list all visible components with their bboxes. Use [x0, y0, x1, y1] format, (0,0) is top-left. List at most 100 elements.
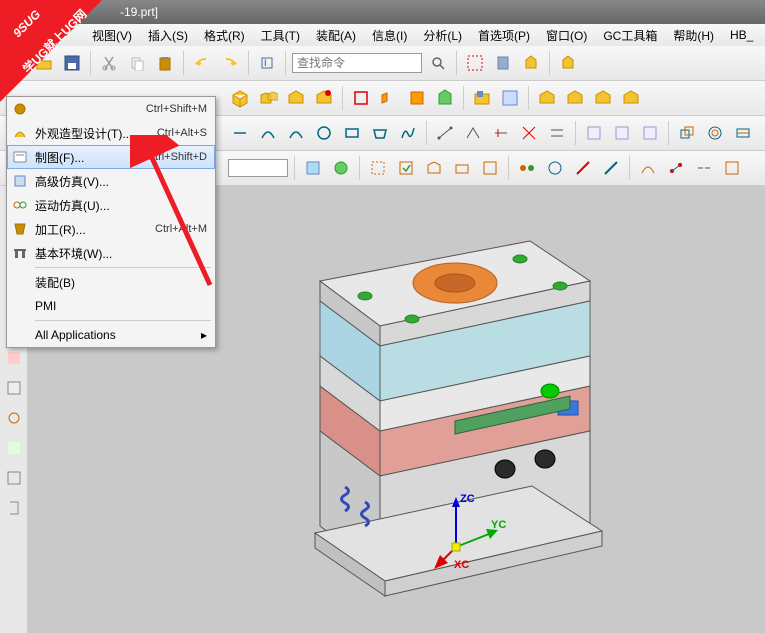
- tb4-7[interactable]: [478, 156, 502, 180]
- rb-6[interactable]: [2, 346, 26, 370]
- tb2-4[interactable]: [312, 86, 336, 110]
- tb3-5[interactable]: [340, 121, 364, 145]
- tb4-3[interactable]: [366, 156, 390, 180]
- undo-button[interactable]: [190, 51, 214, 75]
- open-button[interactable]: [32, 51, 56, 75]
- menu-item-advanced-sim[interactable]: 高级仿真(V)...: [7, 169, 215, 193]
- tb3-11[interactable]: [517, 121, 541, 145]
- rb-8[interactable]: [2, 406, 26, 430]
- tb4-8[interactable]: [515, 156, 539, 180]
- menu-preferences[interactable]: 首选项(P): [474, 25, 534, 46]
- input-field-4[interactable]: [228, 159, 288, 177]
- tb2-6[interactable]: [377, 86, 401, 110]
- tb4-4[interactable]: [394, 156, 418, 180]
- tb2-1[interactable]: [228, 86, 252, 110]
- tb2-2[interactable]: [256, 86, 280, 110]
- tb2-10[interactable]: [498, 86, 522, 110]
- menu-gc-toolbox[interactable]: GC工具箱: [599, 25, 661, 46]
- shape-icon: [11, 124, 29, 142]
- tb4-11[interactable]: [599, 156, 623, 180]
- tb3-16[interactable]: [675, 121, 699, 145]
- tb3-3[interactable]: [284, 121, 308, 145]
- tb4-1[interactable]: [301, 156, 325, 180]
- tb4-13[interactable]: [664, 156, 688, 180]
- menu-separator: [35, 267, 211, 268]
- tb4-2[interactable]: [329, 156, 353, 180]
- menu-item-pmi[interactable]: PMI: [7, 294, 215, 318]
- tb2-7[interactable]: [405, 86, 429, 110]
- menu-hb[interactable]: HB_: [726, 26, 757, 44]
- tool-a2[interactable]: [491, 51, 515, 75]
- tb4-10[interactable]: [571, 156, 595, 180]
- menu-window[interactable]: 窗口(O): [542, 25, 591, 46]
- menu-insert[interactable]: 插入(S): [144, 25, 192, 46]
- tool-a1[interactable]: [463, 51, 487, 75]
- menu-item-all-applications[interactable]: All Applications ▸: [7, 323, 215, 347]
- paste-button[interactable]: [153, 51, 177, 75]
- tb2-11[interactable]: [535, 86, 559, 110]
- menu-analysis[interactable]: 分析(L): [419, 25, 466, 46]
- tb3-1[interactable]: [228, 121, 252, 145]
- tb4-14[interactable]: [692, 156, 716, 180]
- info-button[interactable]: i: [255, 51, 279, 75]
- rb-9[interactable]: [2, 436, 26, 460]
- save-button[interactable]: [60, 51, 84, 75]
- tb2-8[interactable]: [433, 86, 457, 110]
- gateway-icon: [11, 244, 29, 262]
- tb4-9[interactable]: [543, 156, 567, 180]
- tb2-14[interactable]: [619, 86, 643, 110]
- tb3-9[interactable]: [461, 121, 485, 145]
- search-input[interactable]: [292, 53, 422, 73]
- tb3-18[interactable]: [731, 121, 755, 145]
- rb-7[interactable]: [2, 376, 26, 400]
- search-button[interactable]: [426, 51, 450, 75]
- tb4-12[interactable]: [636, 156, 660, 180]
- menu-item-drafting[interactable]: 制图(F)... Ctrl+Shift+D: [7, 145, 215, 169]
- menu-item-shape-studio[interactable]: 外观造型设计(T)... Ctrl+Alt+S: [7, 121, 215, 145]
- tb3-17[interactable]: [703, 121, 727, 145]
- tb3-12[interactable]: [545, 121, 569, 145]
- tb3-7[interactable]: [396, 121, 420, 145]
- submenu-arrow-icon: ▸: [201, 328, 207, 342]
- rb-10[interactable]: [2, 466, 26, 490]
- tb3-15[interactable]: [638, 121, 662, 145]
- new-button[interactable]: [4, 51, 28, 75]
- menu-format[interactable]: 格式(R): [200, 25, 249, 46]
- tb3-4[interactable]: [312, 121, 336, 145]
- tb2-12[interactable]: [563, 86, 587, 110]
- tb3-13[interactable]: [582, 121, 606, 145]
- title-bar: -19.prt]: [0, 0, 765, 24]
- tool-a4[interactable]: [556, 51, 580, 75]
- tb2-3[interactable]: [284, 86, 308, 110]
- tb2-5[interactable]: [349, 86, 373, 110]
- tb3-6[interactable]: [368, 121, 392, 145]
- menu-item-modeling[interactable]: Ctrl+Shift+M: [7, 97, 215, 121]
- menu-info[interactable]: 信息(I): [368, 25, 411, 46]
- copy-button[interactable]: [125, 51, 149, 75]
- tb3-14[interactable]: [610, 121, 634, 145]
- tool-a3[interactable]: [519, 51, 543, 75]
- menu-tools[interactable]: 工具(T): [257, 25, 304, 46]
- menu-view[interactable]: 视图(V): [88, 25, 136, 46]
- tb4-15[interactable]: [720, 156, 744, 180]
- tb2-9[interactable]: [470, 86, 494, 110]
- menu-item-manufacturing[interactable]: 加工(R)... Ctrl+Alt+M: [7, 217, 215, 241]
- menu-item-motion-sim[interactable]: 运动仿真(U)...: [7, 193, 215, 217]
- drafting-icon: [11, 148, 29, 166]
- mfg-icon: [11, 220, 29, 238]
- tb3-2[interactable]: [256, 121, 280, 145]
- menu-help[interactable]: 帮助(H): [669, 25, 718, 46]
- tb4-6[interactable]: [450, 156, 474, 180]
- redo-button[interactable]: [218, 51, 242, 75]
- gear-icon: [11, 100, 29, 118]
- tb3-10[interactable]: [489, 121, 513, 145]
- tb3-8[interactable]: [433, 121, 457, 145]
- work-csys: ZC YC XC: [436, 497, 516, 590]
- menu-assembly[interactable]: 装配(A): [312, 25, 360, 46]
- menu-item-assembly[interactable]: 装配(B): [7, 270, 215, 294]
- cut-button[interactable]: [97, 51, 121, 75]
- rb-11[interactable]: [2, 496, 26, 520]
- tb2-13[interactable]: [591, 86, 615, 110]
- tb4-5[interactable]: [422, 156, 446, 180]
- menu-item-gateway[interactable]: 基本环境(W)...: [7, 241, 215, 265]
